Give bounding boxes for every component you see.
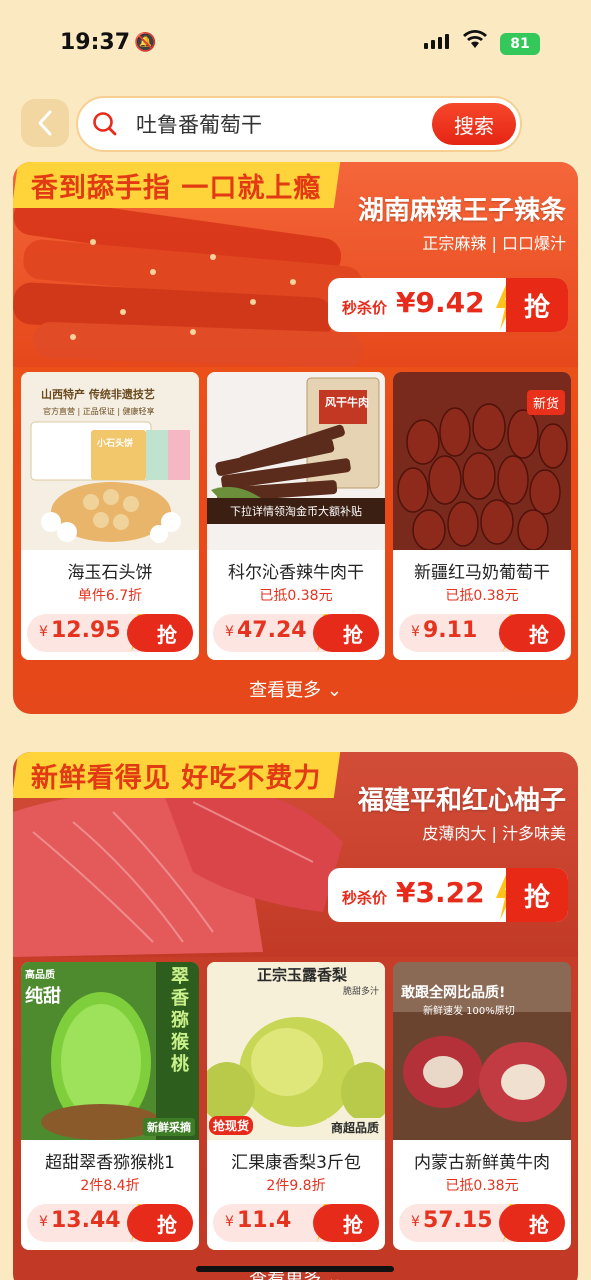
product-price: 9.11 [423, 618, 478, 643]
product-price: 47.24 [237, 618, 307, 643]
product-price: 13.44 [51, 1208, 121, 1233]
product-price-pill[interactable]: ¥ 12.95 抢 [27, 614, 193, 652]
back-button[interactable] [21, 99, 69, 147]
product-list: 高品质 纯甜 翠香猕猴桃 新鲜采摘 超甜翠香猕猴桃1 2件8.4折 ¥ 13.4… [21, 962, 571, 1250]
product-card[interactable]: 山西特产 传统非遗技艺 官方直营 | 正品保证 | 健康轻享 小石头饼 海玉石头… [21, 372, 199, 660]
product-card[interactable]: 新货 新疆红马奶葡萄干 已抵0.38元 ¥ 9.11 抢 [393, 372, 571, 660]
product-card[interactable]: 正宗玉露香梨 脆甜多汁 抢现货 商超品质 汇果康香梨3斤包 2件9.8折 ¥ 1… [207, 962, 385, 1250]
product-name: 汇果康香梨3斤包 [231, 1153, 361, 1173]
search-input[interactable] [136, 112, 426, 136]
promo-section-spicy: 香到舔手指 一口就上瘾 湖南麻辣王子辣条 正宗麻辣 | 口口爆汁 秒杀价 ¥9.… [13, 162, 578, 714]
grab-button[interactable]: 抢 [313, 614, 379, 652]
status-time: 19:37 [60, 30, 131, 55]
currency: ¥ [39, 1214, 48, 1230]
product-name: 海玉石头饼 [67, 563, 153, 583]
currency: ¥ [225, 624, 234, 640]
product-discount: 2件9.8折 [266, 1178, 326, 1194]
product-price-pill[interactable]: ¥ 47.24 抢 [213, 614, 379, 652]
search-bar[interactable]: 搜索 [76, 96, 522, 152]
grab-button[interactable]: 抢 [127, 614, 193, 652]
image-caption: 下拉详情领淘金币大额补贴 [230, 505, 362, 518]
cellular-signal-icon [424, 34, 449, 49]
product-card[interactable]: 风干牛肉 下拉详情领淘金币大额补贴 科尔沁香辣牛肉干 已抵0.38元 ¥ 47.… [207, 372, 385, 660]
view-more-link[interactable]: 查看更多 ⌄ [13, 676, 578, 702]
image-caption: 抢现货 [209, 1116, 254, 1135]
mute-bell-icon: 🔕 [134, 32, 157, 53]
currency: ¥ [411, 624, 420, 640]
chevron-down-icon: ⌄ [326, 680, 342, 701]
product-price-pill[interactable]: ¥ 13.44 抢 [27, 1204, 193, 1242]
flash-price: ¥3.22 [396, 876, 485, 909]
flash-price-pill[interactable]: 秒杀价 ¥9.42 抢 [328, 278, 568, 332]
search-button[interactable]: 搜索 [432, 103, 516, 145]
product-card[interactable]: 敢跟全网比品质! 新鲜速发 100%原切 内蒙古新鲜黄牛肉 已抵0.38元 ¥ … [393, 962, 571, 1250]
image-caption: 小石头饼 [97, 439, 134, 449]
wifi-icon [462, 28, 488, 56]
product-discount: 已抵0.38元 [259, 588, 333, 604]
product-discount: 2件8.4折 [80, 1178, 140, 1194]
promo-section-pomelo: 新鲜看得见 好吃不费力 福建平和红心柚子 皮薄肉大 | 汁多味美 秒杀价 ¥3.… [13, 752, 578, 1280]
image-caption: 风干牛肉 [325, 396, 369, 409]
product-price-pill[interactable]: ¥ 11.4 抢 [213, 1204, 379, 1242]
product-name: 超甜翠香猕猴桃1 [45, 1153, 175, 1173]
grab-button[interactable]: 抢 [506, 278, 568, 332]
battery-level: 81 [510, 36, 530, 52]
grab-button[interactable]: 抢 [506, 868, 568, 922]
image-caption: 官方直营 | 正品保证 | 健康轻享 [43, 407, 155, 416]
image-caption: 高品质 [25, 970, 55, 981]
currency: ¥ [411, 1214, 420, 1230]
image-caption: 敢跟全网比品质! [401, 985, 506, 1001]
product-name: 科尔沁香辣牛肉干 [228, 563, 364, 583]
grab-button[interactable]: 抢 [499, 614, 565, 652]
product-card[interactable]: 高品质 纯甜 翠香猕猴桃 新鲜采摘 超甜翠香猕猴桃1 2件8.4折 ¥ 13.4… [21, 962, 199, 1250]
product-price: 57.15 [423, 1208, 493, 1233]
flash-price-label: 秒杀价 [342, 889, 388, 907]
new-badge: 新货 [526, 390, 565, 415]
flash-price-label: 秒杀价 [342, 299, 388, 317]
currency: ¥ [225, 1214, 234, 1230]
flash-price-pill[interactable]: 秒杀价 ¥3.22 抢 [328, 868, 568, 922]
product-price: 11.4 [237, 1208, 292, 1233]
product-price-pill[interactable]: ¥ 57.15 抢 [399, 1204, 565, 1242]
product-name: 新疆红马奶葡萄干 [414, 563, 550, 583]
product-discount: 单件6.7折 [77, 588, 143, 604]
image-caption: 新鲜采摘 [143, 1118, 195, 1136]
image-caption: 山西特产 传统非遗技艺 [41, 388, 155, 401]
view-more-label: 查看更多 [249, 680, 322, 701]
product-price-pill[interactable]: ¥ 9.11 抢 [399, 614, 565, 652]
currency: ¥ [39, 624, 48, 640]
home-indicator[interactable] [196, 1266, 394, 1272]
hero-title: 湖南麻辣王子辣条 [357, 196, 566, 226]
chevron-left-icon [38, 110, 52, 136]
section-banner: 新鲜看得见 好吃不费力 [13, 752, 341, 798]
flash-price: ¥9.42 [396, 286, 485, 319]
section-banner: 香到舔手指 一口就上瘾 [13, 162, 341, 208]
image-caption: 商超品质 [326, 1118, 383, 1137]
grab-button[interactable]: 抢 [499, 1204, 565, 1242]
product-price: 12.95 [51, 618, 121, 643]
product-discount: 已抵0.38元 [445, 588, 519, 604]
search-icon [93, 112, 117, 136]
hero-subtitle: 皮薄肉大 | 汁多味美 [422, 824, 566, 843]
image-caption: 新鲜速发 100%原切 [423, 1006, 515, 1017]
image-caption: 脆甜多汁 [342, 987, 379, 997]
product-name: 内蒙古新鲜黄牛肉 [414, 1153, 550, 1173]
image-caption: 正宗玉露香梨 [257, 966, 348, 984]
image-caption: 纯甜 [25, 986, 61, 1007]
hero-subtitle: 正宗麻辣 | 口口爆汁 [422, 234, 566, 253]
product-list: 山西特产 传统非遗技艺 官方直营 | 正品保证 | 健康轻享 小石头饼 海玉石头… [21, 372, 571, 660]
product-discount: 已抵0.38元 [445, 1178, 519, 1194]
status-bar: 19:37 🔕 81 [0, 0, 591, 90]
grab-button[interactable]: 抢 [313, 1204, 379, 1242]
battery-icon: 81 [500, 33, 540, 55]
hero-title: 福建平和红心柚子 [357, 786, 566, 816]
image-caption: 翠香猕猴桃 [171, 966, 189, 1075]
grab-button[interactable]: 抢 [127, 1204, 193, 1242]
